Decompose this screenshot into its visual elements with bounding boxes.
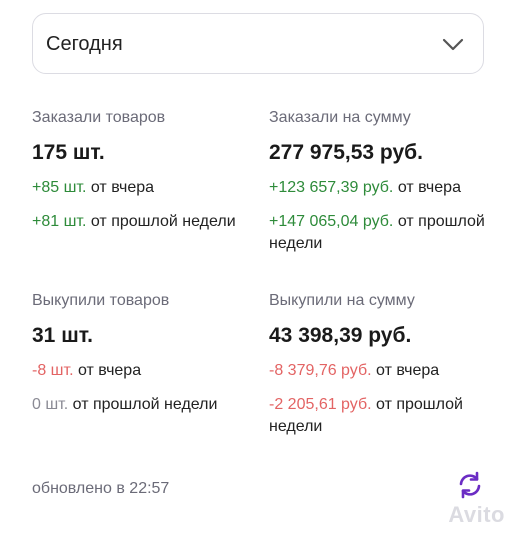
- delta-value: -8 379,76 руб.: [269, 362, 372, 379]
- delta-value: 0 шт.: [32, 396, 69, 413]
- delta-value: -8 шт.: [32, 362, 74, 379]
- delta-suffix: от вчера: [397, 179, 461, 196]
- period-select-value: Сегодня: [46, 33, 123, 55]
- delta-suffix: от вчера: [376, 362, 440, 379]
- delta-value: -2 205,61 руб.: [269, 396, 372, 413]
- refresh-icon[interactable]: [455, 470, 485, 500]
- bought-goods-block: Выкупили товаров 31 шт. -8 шт. от вчера …: [32, 292, 252, 416]
- ordered-goods-label: Заказали товаров: [32, 109, 166, 126]
- ordered-goods-vs-last-week: +81 шт. от прошлой недели: [32, 211, 252, 233]
- delta-value: +85 шт.: [32, 179, 87, 196]
- ordered-sum-label: Заказали на сумму: [269, 109, 411, 126]
- bought-goods-vs-yesterday: -8 шт. от вчера: [32, 360, 252, 382]
- bought-goods-value: 31 шт.: [32, 324, 93, 347]
- delta-suffix: от вчера: [77, 362, 142, 379]
- delta-suffix: от вчера: [90, 179, 155, 196]
- delta-suffix: от прошлой недели: [72, 396, 218, 413]
- delta-value: +81 шт.: [32, 213, 87, 230]
- bought-sum-block: Выкупили на сумму 43 398,39 руб. -8 379,…: [269, 292, 494, 438]
- chevron-down-icon: [442, 38, 464, 51]
- bought-goods-label: Выкупили товаров: [32, 292, 170, 309]
- stats-card: Сегодня Заказали товаров 175 шт. +85 шт.…: [0, 0, 517, 540]
- bought-sum-value: 43 398,39 руб.: [269, 324, 412, 347]
- ordered-sum-vs-yesterday: +123 657,39 руб. от вчера: [269, 177, 489, 199]
- bought-sum-label: Выкупили на сумму: [269, 292, 415, 309]
- delta-suffix: от прошлой недели: [90, 213, 236, 230]
- ordered-goods-vs-yesterday: +85 шт. от вчера: [32, 177, 252, 199]
- bought-sum-vs-yesterday: -8 379,76 руб. от вчера: [269, 360, 494, 382]
- ordered-goods-block: Заказали товаров 175 шт. +85 шт. от вчер…: [32, 109, 252, 233]
- bought-sum-vs-last-week: -2 205,61 руб. от прошлой недели: [269, 394, 494, 438]
- avito-watermark: Avito: [448, 502, 505, 527]
- bought-goods-vs-last-week: 0 шт. от прошлой недели: [32, 394, 252, 416]
- delta-value: +123 657,39 руб.: [269, 179, 394, 196]
- updated-timestamp: обновлено в 22:57: [32, 480, 170, 497]
- delta-value: +147 065,04 руб.: [269, 213, 394, 230]
- period-select[interactable]: Сегодня: [32, 13, 484, 74]
- ordered-sum-block: Заказали на сумму 277 975,53 руб. +123 6…: [269, 109, 489, 255]
- ordered-sum-vs-last-week: +147 065,04 руб. от прошлой недели: [269, 211, 489, 255]
- ordered-sum-value: 277 975,53 руб.: [269, 141, 423, 164]
- ordered-goods-value: 175 шт.: [32, 141, 105, 164]
